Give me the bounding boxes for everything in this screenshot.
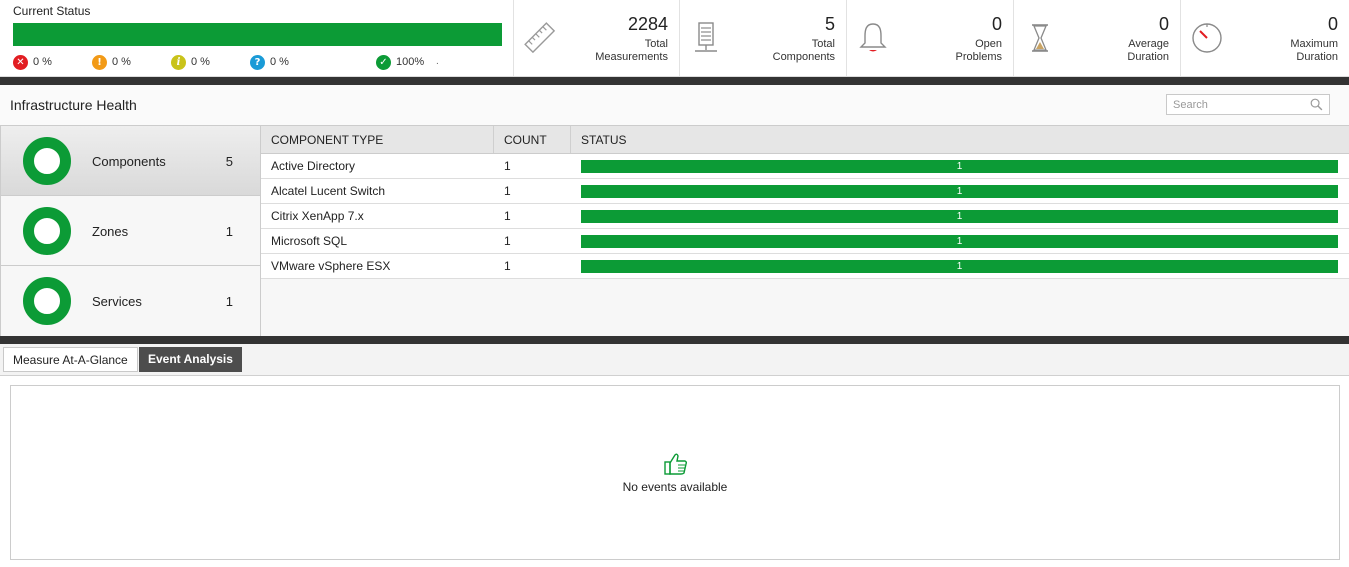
category-label: Components <box>92 154 166 169</box>
status-ring <box>23 207 71 255</box>
hourglass-icon <box>1032 24 1048 52</box>
analysis-tab-bar: Measure At-A-Glance Event Analysis <box>0 344 1349 376</box>
metric-maximum-duration[interactable]: 0 Maximum Duration <box>1181 0 1349 76</box>
severity-critical-value: 0 % <box>33 56 52 68</box>
metric-total-measurements[interactable]: 2284 Total Measurements <box>514 0 680 76</box>
category-list: Components 5 Zones 1 Services 1 <box>0 125 261 336</box>
table-row[interactable]: VMware vSphere ESX 1 1 <box>261 254 1349 279</box>
metric-open-problems[interactable]: 0 Open Problems <box>847 0 1014 76</box>
current-status-title: Current Status <box>13 4 91 18</box>
severity-normal[interactable]: ✓ 100% <box>376 54 424 70</box>
current-status-bar-fill <box>13 23 502 46</box>
status-ring <box>23 277 71 325</box>
search-box[interactable] <box>1166 94 1330 115</box>
count-cell: 1 <box>504 159 511 173</box>
section-divider <box>0 77 1349 85</box>
table-row[interactable]: Citrix XenApp 7.x 1 1 <box>261 204 1349 229</box>
status-bar[interactable]: 1 <box>581 160 1338 173</box>
component-type-cell: Microsoft SQL <box>271 234 348 248</box>
metric-value: 0 <box>1158 14 1169 34</box>
status-bar[interactable]: 1 <box>581 210 1338 223</box>
column-header-component-type[interactable]: COMPONENT TYPE <box>261 126 493 153</box>
component-type-cell: Alcatel Lucent Switch <box>271 184 386 198</box>
category-count: 1 <box>225 294 233 309</box>
section-divider <box>0 336 1349 344</box>
category-count: 5 <box>225 154 233 169</box>
infrastructure-health-title: Infrastructure Health <box>10 97 137 113</box>
status-strip: Current Status ✕ 0 % ! 0 % i 0 % ? 0 % ✓… <box>0 0 1349 77</box>
server-icon <box>695 22 717 52</box>
column-header-count[interactable]: COUNT <box>494 126 570 153</box>
component-type-cell: Active Directory <box>271 159 356 173</box>
category-label: Services <box>92 294 142 309</box>
metric-total-components[interactable]: 5 Total Components <box>680 0 847 76</box>
category-label: Zones <box>92 224 129 239</box>
metric-value: 0 <box>1327 14 1338 34</box>
column-header-status[interactable]: STATUS <box>571 126 771 153</box>
status-ring <box>23 137 71 185</box>
count-cell: 1 <box>504 184 511 198</box>
gauge-icon <box>1192 23 1222 53</box>
count-cell: 1 <box>504 234 511 248</box>
current-status-panel[interactable]: Current Status ✕ 0 % ! 0 % i 0 % ? 0 % ✓… <box>0 0 514 76</box>
category-zones[interactable]: Zones 1 <box>1 196 260 266</box>
component-type-cell: Citrix XenApp 7.x <box>271 209 364 223</box>
category-count: 1 <box>225 224 233 239</box>
component-type-table: COMPONENT TYPE COUNT STATUS Active Direc… <box>261 125 1349 336</box>
severity-major[interactable]: ! 0 % <box>92 54 131 70</box>
bell-icon <box>859 23 887 52</box>
count-cell: 1 <box>504 209 511 223</box>
search-icon[interactable] <box>1310 98 1323 111</box>
infrastructure-health-header: Infrastructure Health <box>0 85 1349 125</box>
metric-value: 2284 <box>627 14 668 34</box>
severity-critical[interactable]: ✕ 0 % <box>13 54 52 70</box>
metric-label: Total Components <box>772 38 835 63</box>
severity-trail-mark: . <box>436 56 439 67</box>
severity-minor-value: 0 % <box>191 56 210 68</box>
table-row[interactable]: Active Directory 1 1 <box>261 154 1349 179</box>
tab-event-analysis[interactable]: Event Analysis <box>139 347 242 372</box>
metric-label: Open Problems <box>955 38 1002 63</box>
minor-info-icon: i <box>171 54 186 70</box>
metric-label: Total Measurements <box>595 38 668 63</box>
thumbs-up-icon <box>664 453 688 475</box>
metric-value: 0 <box>991 14 1002 34</box>
category-services[interactable]: Services 1 <box>1 266 260 336</box>
critical-x-icon: ✕ <box>13 54 28 70</box>
category-components[interactable]: Components 5 <box>1 126 260 196</box>
severity-minor[interactable]: i 0 % <box>171 54 210 70</box>
normal-check-icon: ✓ <box>376 54 391 70</box>
metric-label: Maximum Duration <box>1290 38 1338 63</box>
metric-label: Average Duration <box>1127 38 1169 63</box>
unknown-question-icon: ? <box>250 54 265 70</box>
table-row[interactable]: Alcatel Lucent Switch 1 1 <box>261 179 1349 204</box>
status-bar[interactable]: 1 <box>581 185 1338 198</box>
severity-normal-value: 100% <box>396 56 425 68</box>
metric-average-duration[interactable]: 0 Average Duration <box>1014 0 1181 76</box>
component-type-cell: VMware vSphere ESX <box>271 259 391 273</box>
severity-major-value: 0 % <box>112 56 131 68</box>
status-bar[interactable]: 1 <box>581 235 1338 248</box>
major-exclamation-icon: ! <box>92 54 107 70</box>
count-cell: 1 <box>504 259 511 273</box>
status-bar[interactable]: 1 <box>581 260 1338 273</box>
no-events-message: No events available <box>622 480 728 494</box>
severity-unknown-value: 0 % <box>270 56 289 68</box>
ruler-icon <box>524 22 556 54</box>
search-input[interactable] <box>1167 95 1307 114</box>
metric-value: 5 <box>824 14 835 34</box>
tab-measure-at-a-glance[interactable]: Measure At-A-Glance <box>3 347 138 372</box>
event-analysis-panel: No events available <box>10 385 1340 560</box>
severity-unknown[interactable]: ? 0 % <box>250 54 289 70</box>
current-status-bar <box>13 23 502 46</box>
table-row[interactable]: Microsoft SQL 1 1 <box>261 229 1349 254</box>
table-header: COMPONENT TYPE COUNT STATUS <box>261 125 1349 154</box>
